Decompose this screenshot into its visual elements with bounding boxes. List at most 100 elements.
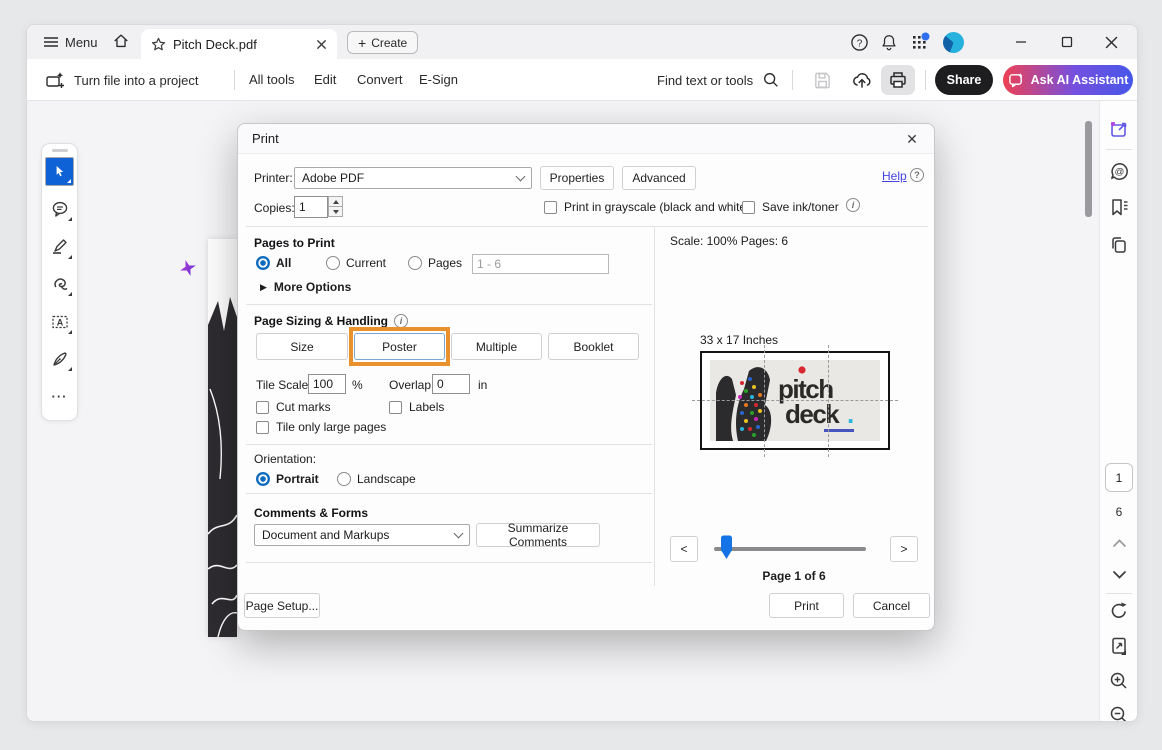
highlighter-icon [51,237,69,255]
tile-scale-input[interactable] [308,374,346,394]
stepper-down-button[interactable] [328,206,343,217]
project-panel-button[interactable] [1107,117,1131,141]
help-link[interactable]: Help [882,169,907,183]
radio-pages-control[interactable] [408,256,422,270]
dialog-close-button[interactable]: ✕ [900,128,924,150]
draw-tool[interactable] [45,270,74,299]
radio-landscape-control[interactable] [337,472,351,486]
document-tab[interactable]: Pitch Deck.pdf [141,29,337,59]
preview-prev-button[interactable]: < [670,536,698,562]
menu-button[interactable]: Menu [43,32,98,52]
info-icon[interactable]: i [394,314,408,328]
save-ink-checkbox-row[interactable]: Save ink/toner [742,200,839,214]
grayscale-checkbox-row[interactable]: Print in grayscale (black and white) [544,200,750,214]
preview-slider-track[interactable] [714,547,866,551]
bookmarks-panel-button[interactable] [1107,195,1131,219]
radio-landscape[interactable]: Landscape [337,472,416,486]
current-page-input[interactable]: 1 [1105,463,1133,492]
comments-panel-button[interactable]: @ [1107,159,1131,183]
grayscale-checkbox[interactable] [544,201,557,214]
vertical-scrollbar[interactable] [1085,121,1092,217]
preview-slider-thumb[interactable] [719,535,734,560]
add-text-tool[interactable]: A [45,307,74,336]
overlap-input[interactable] [432,374,470,394]
notification-badge [922,33,930,41]
summarize-comments-button[interactable]: Summarize Comments [476,523,600,547]
highlight-tool[interactable] [45,232,74,261]
cut-marks-checkbox[interactable] [256,401,269,414]
select-tool[interactable] [45,157,74,186]
home-button[interactable] [112,32,130,50]
share-button[interactable]: Share [935,65,993,95]
cut-marks-checkbox-row[interactable]: Cut marks [256,400,331,414]
multiple-mode-button[interactable]: Multiple [451,333,542,360]
section-divider [246,493,652,494]
maximize-icon [1061,36,1073,48]
rotate-page-button[interactable] [1107,599,1131,623]
nav-esign[interactable]: E-Sign [419,72,458,87]
properties-button[interactable]: Properties [540,166,614,190]
nav-all-tools[interactable]: All tools [249,72,295,87]
account-avatar[interactable] [933,25,973,59]
tab-close-icon[interactable] [316,39,327,50]
nav-edit[interactable]: Edit [314,72,336,87]
size-mode-button[interactable]: Size [256,333,348,360]
create-button[interactable]: + Create [347,31,418,54]
save-ink-checkbox[interactable] [742,201,755,214]
zoom-out-button[interactable] [1107,703,1131,722]
pages-panel-button[interactable] [1107,233,1131,257]
fit-page-button[interactable] [1107,634,1131,658]
chevron-up-icon [1113,539,1126,547]
help-icon: ? [850,33,869,52]
preview-next-button[interactable]: > [890,536,918,562]
radio-pages[interactable]: Pages [408,256,462,270]
previous-page-button[interactable] [1107,531,1131,555]
radio-portrait[interactable]: Portrait [256,472,319,486]
minimize-button[interactable] [1001,25,1041,59]
radio-all-control[interactable] [256,256,270,270]
upload-cloud-button[interactable] [845,65,879,95]
create-label: Create [371,36,407,50]
copies-input[interactable] [294,196,328,218]
tile-only-checkbox[interactable] [256,421,269,434]
page-range-input[interactable] [472,254,609,274]
labels-checkbox-row[interactable]: Labels [389,400,444,414]
radio-current[interactable]: Current [326,256,386,270]
labels-label: Labels [409,400,444,414]
toolbar: Turn file into a project All tools Edit … [27,59,1137,101]
maximize-button[interactable] [1047,25,1087,59]
radio-portrait-control[interactable] [256,472,270,486]
close-window-button[interactable] [1091,25,1131,59]
copies-stepper[interactable] [328,196,343,217]
radio-all[interactable]: All [256,256,291,270]
save-button[interactable] [805,65,839,95]
project-button[interactable]: Turn file into a project [45,65,199,95]
help-circle-icon[interactable]: ? [910,168,924,182]
tile-only-checkbox-row[interactable]: Tile only large pages [256,420,386,434]
find-tools-button[interactable]: Find text or tools [657,65,780,95]
advanced-button[interactable]: Advanced [622,166,696,190]
print-dialog-header: Print ✕ [238,124,934,154]
booklet-mode-button[interactable]: Booklet [548,333,639,360]
info-icon[interactable]: i [846,198,860,212]
comment-tool[interactable] [45,195,74,224]
printer-label: Printer: [254,171,293,185]
section-divider [246,304,652,305]
more-tools-button[interactable]: ··· [45,382,74,411]
print-confirm-button[interactable]: Print [769,593,844,618]
cancel-button[interactable]: Cancel [853,593,930,618]
radio-current-control[interactable] [326,256,340,270]
more-options-toggle[interactable]: ▶ More Options [260,280,351,294]
labels-checkbox[interactable] [389,401,402,414]
next-page-button[interactable] [1107,563,1131,587]
print-button[interactable] [881,65,915,95]
printer-select[interactable]: Adobe PDF [294,167,532,189]
nav-convert[interactable]: Convert [357,72,403,87]
rail-drag-handle[interactable] [52,149,68,152]
ai-assistant-button[interactable]: Ask AI Assistant [1003,65,1133,95]
sign-tool[interactable] [45,345,74,374]
page-setup-button[interactable]: Page Setup... [244,593,320,618]
fit-page-icon [1109,636,1129,657]
zoom-in-button[interactable] [1107,669,1131,693]
comments-forms-select[interactable]: Document and Markups [254,524,470,546]
